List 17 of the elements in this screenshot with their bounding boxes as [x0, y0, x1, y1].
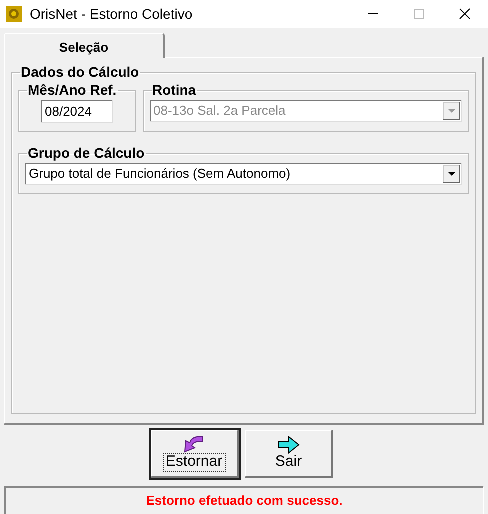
dropdown-arrow-icon: [448, 109, 456, 113]
app-icon: [6, 6, 22, 22]
group-title: Rotina: [152, 82, 198, 98]
dropdown-arrow-icon: [448, 172, 456, 176]
action-button[interactable]: Sair: [245, 430, 334, 478]
group-title: Mês/Ano Ref.: [27, 82, 118, 98]
group-title: Dados do Cálculo: [20, 64, 140, 80]
maximize-icon: [413, 8, 425, 20]
group-title: Grupo de Cálculo: [27, 145, 146, 161]
close-icon: [459, 8, 471, 20]
action-button[interactable]: Estornar: [150, 430, 239, 478]
tab[interactable]: Seleção: [4, 33, 165, 58]
window-title: OrisNet - Estorno Coletivo: [30, 4, 193, 24]
right-arrow-icon: [276, 436, 301, 454]
dropdown[interactable]: Grupo total de Funcionários (Sem Autonomo): [25, 163, 462, 185]
date-field[interactable]: 08/2024: [41, 100, 113, 123]
status-message: Estorno efetuado com sucesso.: [146, 493, 343, 508]
